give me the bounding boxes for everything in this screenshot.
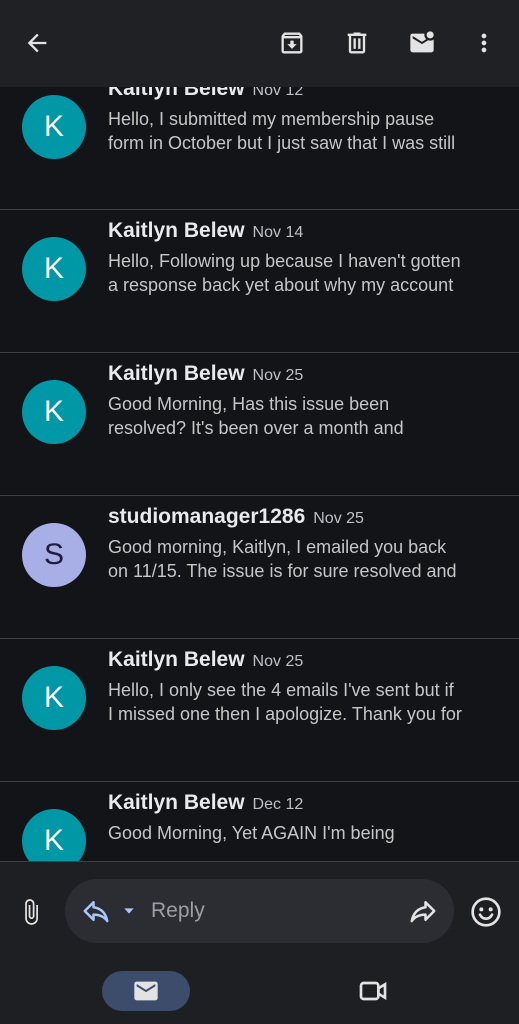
avatar[interactable]: K: [22, 666, 86, 730]
snippet-line: Hello, I submitted my membership pause: [108, 109, 435, 129]
top-app-bar: [0, 0, 519, 87]
reply-input[interactable]: Reply: [65, 879, 454, 943]
thread-message[interactable]: S studiomanager1286 Nov 25 Good morning, …: [0, 496, 519, 639]
message-date: Nov 25: [313, 510, 364, 527]
message-date: Nov 12: [252, 87, 304, 99]
snippet-line: Good Morning, Has this issue been: [108, 394, 390, 414]
message-snippet: Hello, Following up because I haven't go…: [108, 249, 503, 297]
avatar[interactable]: K: [22, 809, 86, 861]
message-thread-list: K Kaitlyn Belew Nov 12 Hello, I submitted…: [0, 87, 519, 861]
snippet-line: resolved? It's been over a month and: [108, 418, 404, 438]
chevron-down-icon[interactable]: [121, 903, 137, 919]
snippet-line: Hello, I only see the 4 emails I've sent…: [108, 680, 454, 700]
avatar[interactable]: K: [22, 380, 86, 444]
thread-message[interactable]: K Kaitlyn Belew Nov 12 Hello, I submitted…: [0, 87, 519, 210]
message-snippet: Good Morning, Has this issue been resolv…: [108, 392, 503, 440]
message-date: Nov 14: [252, 224, 304, 241]
archive-icon[interactable]: [272, 23, 312, 63]
sender-name: Kaitlyn Belew Nov 25: [108, 362, 304, 385]
snippet-line: Good morning, Kaitlyn, I emailed you bac…: [108, 537, 447, 557]
reply-bar: Reply: [0, 861, 519, 960]
avatar[interactable]: K: [22, 237, 86, 301]
video-camera-icon[interactable]: [355, 975, 391, 1007]
message-snippet: Hello, I submitted my membership pause f…: [108, 107, 503, 155]
reply-icon[interactable]: [81, 896, 111, 926]
thread-message[interactable]: K Kaitlyn Belew Dec 12 Good Morning, Yet …: [0, 782, 519, 861]
sender-name: Kaitlyn Belew Nov 12: [108, 87, 303, 101]
message-snippet: Hello, I only see the 4 emails I've sent…: [108, 678, 503, 726]
paperclip-icon[interactable]: [14, 895, 48, 929]
emoji-icon[interactable]: [470, 896, 502, 928]
reply-label: Reply: [151, 899, 205, 922]
thread-message[interactable]: K Kaitlyn Belew Nov 14 Hello, Following u…: [0, 210, 519, 353]
back-arrow-icon[interactable]: [17, 23, 57, 63]
snippet-line: Good Morning, Yet AGAIN I'm being: [108, 823, 395, 843]
snippet-line: form in October but I just saw that I wa…: [108, 133, 456, 153]
thread-message[interactable]: K Kaitlyn Belew Nov 25 Hello, I only see …: [0, 639, 519, 782]
snippet-line: a response back yet about why my account: [108, 275, 454, 295]
snippet-line: I missed one then I apologize. Thank you…: [108, 704, 462, 724]
more-vert-icon[interactable]: [464, 23, 504, 63]
sender-name: studiomanager1286 Nov 25: [108, 505, 364, 528]
sender-name: Kaitlyn Belew Nov 25: [108, 648, 304, 671]
message-date: Dec 12: [252, 796, 304, 813]
mark-unread-icon[interactable]: [402, 23, 442, 63]
message-date: Nov 25: [252, 367, 304, 384]
snippet-line: Hello, Following up because I haven't go…: [108, 251, 461, 271]
mail-icon[interactable]: [102, 971, 190, 1011]
message-date: Nov 25: [252, 653, 304, 670]
forward-icon[interactable]: [408, 896, 438, 926]
thread-message[interactable]: K Kaitlyn Belew Nov 25 Good Morning, Has …: [0, 353, 519, 496]
sender-name: Kaitlyn Belew Nov 14: [108, 219, 304, 242]
bottom-navigation: [0, 959, 519, 1024]
avatar[interactable]: S: [22, 523, 86, 587]
sender-name: Kaitlyn Belew Dec 12: [108, 791, 304, 814]
message-snippet: Good morning, Kaitlyn, I emailed you bac…: [108, 535, 503, 583]
message-snippet: Good Morning, Yet AGAIN I'm being: [108, 821, 503, 845]
avatar[interactable]: K: [22, 95, 86, 159]
snippet-line: on 11/15. The issue is for sure resolved…: [108, 561, 457, 581]
trash-icon[interactable]: [337, 23, 377, 63]
